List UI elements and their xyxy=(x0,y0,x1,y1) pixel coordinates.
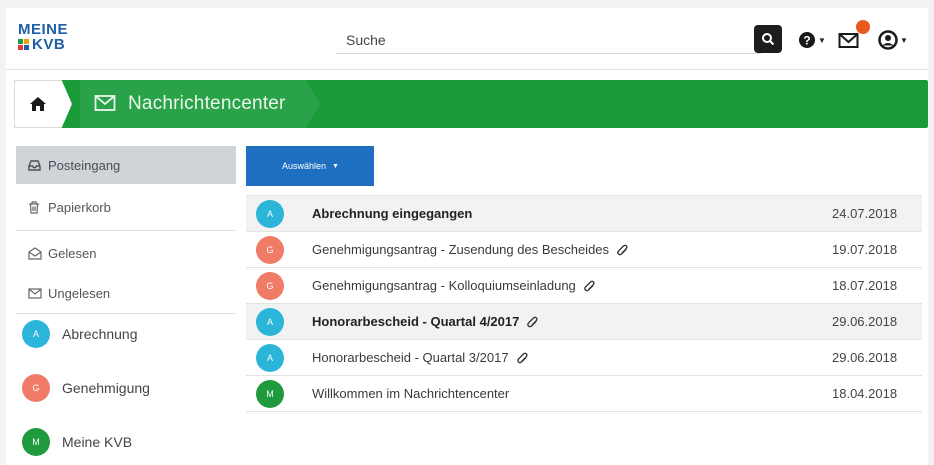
category-avatar: M xyxy=(22,428,50,456)
message-subject-text: Honorarbescheid - Quartal 3/2017 xyxy=(312,350,509,365)
message-date: 18.04.2018 xyxy=(832,386,898,401)
message-list: A Abrechnung eingegangen 24.07.2018 G Ge… xyxy=(246,195,922,412)
message-subject-text: Honorarbescheid - Quartal 4/2017 xyxy=(312,314,520,329)
category-avatar: A xyxy=(22,320,50,348)
category-label: Meine KVB xyxy=(62,434,133,450)
message-subject-text: Willkommen im Nachrichtencenter xyxy=(312,386,510,401)
messages-button[interactable] xyxy=(838,28,860,52)
help-menu-button[interactable]: ? ▼ xyxy=(798,28,826,52)
chevron-down-icon: ▼ xyxy=(818,35,826,45)
logo-mark-icon xyxy=(18,39,30,51)
notification-badge xyxy=(856,20,870,34)
category-label: Genehmigung xyxy=(62,380,150,396)
message-date: 24.07.2018 xyxy=(832,206,898,221)
message-subject: Honorarbescheid - Quartal 3/2017 xyxy=(312,350,832,365)
sidebar-item-papierkorb[interactable]: Papierkorb xyxy=(16,188,236,226)
message-avatar: G xyxy=(256,235,284,264)
paperclip-icon xyxy=(617,244,628,256)
message-avatar: M xyxy=(256,379,284,408)
select-button-label: Auswählen xyxy=(282,161,327,171)
message-row[interactable]: M Willkommen im Nachrichtencenter 18.04.… xyxy=(246,376,922,412)
search-icon xyxy=(762,33,775,46)
sidebar-divider xyxy=(16,230,236,231)
envelope-open-icon xyxy=(28,246,42,260)
top-header: MEINE KVB Suche ? ▼ ▼ xyxy=(6,8,928,70)
envelope-icon xyxy=(28,287,42,299)
home-button[interactable] xyxy=(14,80,72,128)
message-row[interactable]: A Abrechnung eingegangen 24.07.2018 xyxy=(246,196,922,232)
message-subject: Abrechnung eingegangen xyxy=(312,206,832,221)
category-genehmigung[interactable]: G Genehmigung xyxy=(16,368,236,408)
sidebar-item-label: Posteingang xyxy=(48,157,121,173)
message-avatar: G xyxy=(256,271,284,300)
trash-icon xyxy=(28,200,42,214)
sidebar-item-ungelesen[interactable]: Ungelesen xyxy=(16,274,236,312)
message-date: 18.07.2018 xyxy=(832,278,898,293)
message-subject: Genehmigungsantrag - Zusendung des Besch… xyxy=(312,242,832,257)
message-avatar: A xyxy=(256,307,284,336)
chevron-down-icon: ▼ xyxy=(900,35,908,45)
message-subject: Genehmigungsantrag - Kolloquiumseinladun… xyxy=(312,278,832,293)
message-avatar: A xyxy=(256,199,284,228)
search-input[interactable]: Suche xyxy=(336,26,761,54)
breadcrumb: Nachrichtencenter xyxy=(14,80,928,128)
logo-line-1: MEINE xyxy=(18,21,69,38)
paperclip-icon xyxy=(516,352,528,364)
logo-line-2: KVB xyxy=(32,36,66,53)
message-row[interactable]: G Genehmigungsantrag - Zusendung des Bes… xyxy=(246,232,922,268)
home-icon xyxy=(30,97,46,111)
message-subject-text: Genehmigungsantrag - Zusendung des Besch… xyxy=(312,242,610,257)
app-frame: MEINE KVB Suche ? ▼ ▼ Nachrichtencenter … xyxy=(6,8,928,465)
message-date: 29.06.2018 xyxy=(832,350,898,365)
sidebar-item-label: Ungelesen xyxy=(48,285,111,301)
user-menu-button[interactable]: ▼ xyxy=(878,28,908,52)
mail-icon xyxy=(838,33,859,48)
category-meine-kvb[interactable]: M Meine KVB xyxy=(16,422,236,462)
category-abrechnung[interactable]: A Abrechnung xyxy=(16,314,236,354)
select-dropdown-button[interactable]: Auswählen ▼ xyxy=(246,146,374,186)
message-subject-text: Abrechnung eingegangen xyxy=(312,206,473,221)
envelope-icon xyxy=(94,95,116,111)
message-subject-text: Genehmigungsantrag - Kolloquiumseinladun… xyxy=(312,278,576,293)
help-icon: ? xyxy=(799,32,815,48)
sidebar-item-label: Papierkorb xyxy=(48,199,111,215)
message-row[interactable]: A Honorarbescheid - Quartal 3/2017 29.06… xyxy=(246,340,922,376)
svg-text:?: ? xyxy=(803,34,810,48)
message-row[interactable]: A Honorarbescheid - Quartal 4/2017 29.06… xyxy=(246,304,922,340)
caret-down-icon: ▼ xyxy=(332,162,339,170)
category-avatar: G xyxy=(22,374,50,402)
paperclip-icon xyxy=(584,280,595,292)
meine-kvb-logo[interactable]: MEINE KVB xyxy=(18,22,88,56)
message-row[interactable]: G Genehmigungsantrag - Kolloquiumseinlad… xyxy=(246,268,922,304)
sidebar-item-gelesen[interactable]: Gelesen xyxy=(16,234,236,272)
message-date: 29.06.2018 xyxy=(832,314,898,329)
category-label: Abrechnung xyxy=(62,326,138,342)
user-icon xyxy=(878,30,898,50)
search-placeholder: Suche xyxy=(346,32,386,48)
page-title: Nachrichtencenter xyxy=(128,93,286,114)
search-button[interactable] xyxy=(754,25,782,53)
sidebar-item-posteingang[interactable]: Posteingang xyxy=(16,146,236,184)
message-avatar: A xyxy=(256,343,284,372)
sidebar-item-label: Gelesen xyxy=(48,245,97,261)
message-subject: Willkommen im Nachrichtencenter xyxy=(312,386,832,401)
inbox-icon xyxy=(28,159,42,171)
paperclip-icon xyxy=(527,316,538,328)
message-subject: Honorarbescheid - Quartal 4/2017 xyxy=(312,314,832,329)
message-date: 19.07.2018 xyxy=(832,242,898,257)
